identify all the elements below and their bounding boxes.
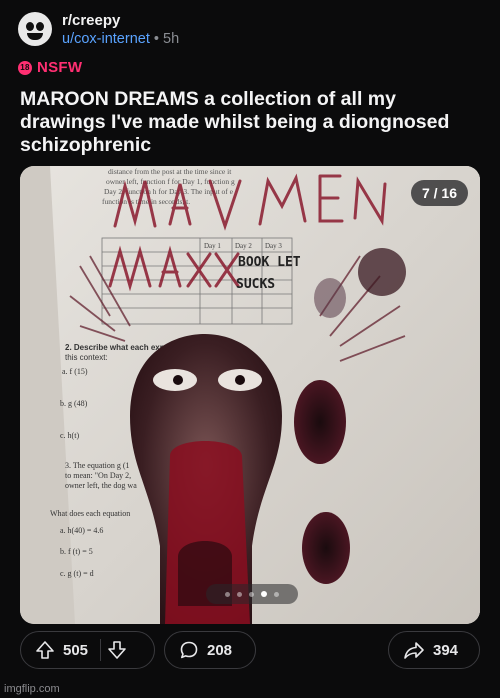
worksheet-line-1: distance from the post at the time since… [108, 167, 232, 176]
pagination-dot[interactable] [249, 591, 254, 597]
post-header: r/creepy u/cox-internet • 5h [18, 12, 179, 48]
comment-bubble-icon [179, 640, 199, 660]
drawing-image: distance from the post at the time since… [20, 166, 480, 624]
comment-count: 208 [207, 641, 233, 659]
vote-divider [100, 639, 102, 661]
part-b-ft5: b. f (t) = 5 [60, 547, 93, 556]
table-day-2: Day 2 [235, 242, 252, 250]
part-c-ht: c. h(t) [60, 431, 79, 440]
table-day-1: Day 1 [204, 242, 221, 250]
question-3: 3. The equation g (1 [65, 461, 130, 470]
avatar-mouth [27, 33, 43, 40]
dark-face-right [294, 380, 346, 464]
question-3b: to mean: "On Day 2, [65, 471, 131, 480]
table-day-3: Day 3 [265, 242, 282, 250]
nsfw-label: NSFW [37, 59, 83, 76]
dark-face-lower-right [302, 512, 350, 584]
part-b-g48: b. g (48) [60, 399, 88, 408]
share-count: 394 [433, 641, 459, 659]
post-actions-bar: 505 208 394 [20, 631, 480, 671]
imgflip-watermark: imgflip.com [4, 683, 60, 695]
question-3c: owner left, the dog wa [65, 481, 137, 490]
pagination-dot[interactable] [237, 591, 242, 597]
question-2b: this context: [65, 353, 108, 362]
share-button[interactable]: 394 [388, 631, 480, 669]
upvote-count: 505 [63, 641, 89, 659]
booklet-scrawl: BOOK LET [238, 255, 301, 270]
gallery-image[interactable]: distance from the post at the time since… [20, 166, 480, 624]
meta-separator: • [153, 31, 159, 48]
part-a-f15: a. f (15) [62, 367, 88, 376]
pagination-dot-active[interactable] [261, 591, 267, 597]
avatar-eye-right [36, 22, 44, 31]
nsfw-tag: 18 NSFW [18, 59, 82, 76]
subreddit-name[interactable]: r/creepy [62, 12, 179, 29]
avatar-eye-left [26, 22, 34, 31]
subreddit-avatar[interactable] [18, 12, 52, 46]
post-title[interactable]: MAROON DREAMS a collection of all my dra… [20, 88, 480, 157]
gallery-pagination-dots[interactable] [206, 584, 298, 604]
upvote-icon[interactable] [35, 640, 55, 660]
pagination-dot[interactable] [274, 591, 279, 597]
downvote-icon[interactable] [107, 640, 127, 660]
share-arrow-icon [403, 640, 425, 660]
sucks-scrawl: SUCKS [236, 277, 275, 292]
gallery-counter: 7 / 16 [410, 180, 468, 206]
scribble-circle-top-right [358, 248, 406, 296]
post-meta: r/creepy u/cox-internet • 5h [62, 12, 179, 48]
vote-control: 505 [20, 631, 155, 669]
part-a-h40: a. h(40) = 4.6 [60, 526, 103, 535]
part-c-gtd: c. g (t) = d [60, 569, 94, 578]
what-does-equation: What does each equation [50, 509, 130, 518]
username-link[interactable]: u/cox-internet [62, 31, 150, 47]
scribble-cluster [314, 278, 346, 318]
post-age: 5h [163, 31, 180, 48]
user-line: u/cox-internet • 5h [62, 31, 179, 48]
comments-button[interactable]: 208 [164, 631, 256, 669]
pagination-dot[interactable] [225, 591, 230, 597]
nsfw-18-icon: 18 [18, 60, 32, 75]
